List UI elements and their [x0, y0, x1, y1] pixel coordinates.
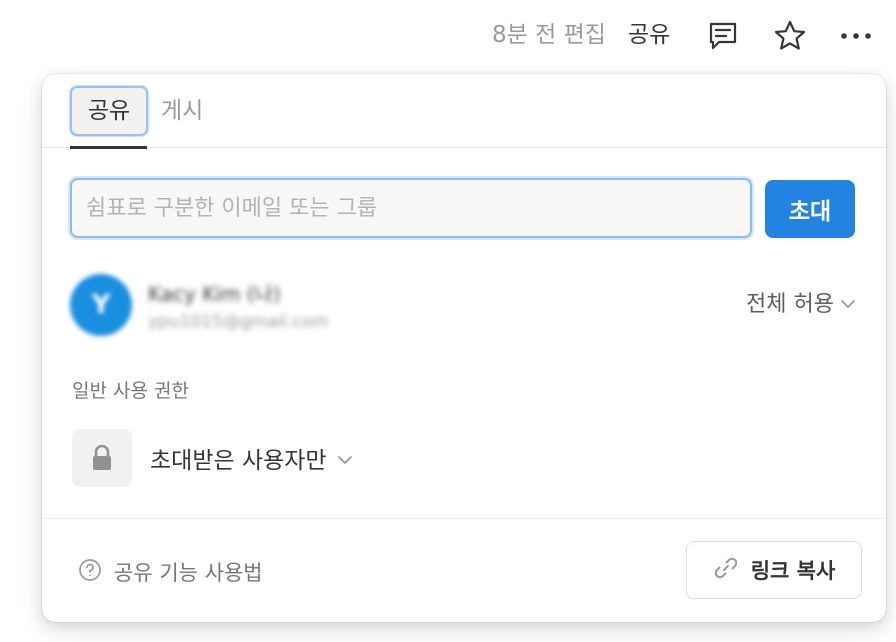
- last-edited-text: 8분 전 편집: [492, 22, 606, 48]
- copy-link-label: 링크 복사: [750, 559, 836, 583]
- share-help-link[interactable]: 공유 기능 사용법: [78, 557, 263, 587]
- member-access-dropdown[interactable]: 전체 허용: [746, 286, 856, 318]
- help-link-label: 공유 기능 사용법: [114, 561, 263, 585]
- general-access-value: 초대받은 사용자만: [150, 448, 327, 474]
- share-popover: 공유 게시 초대 Y Kacy Kim (나) ypu1015@gmail.co…: [42, 74, 886, 622]
- share-button[interactable]: 공유: [628, 20, 670, 50]
- page-topbar: 8분 전 편집 공유: [0, 0, 896, 72]
- general-access-row: 초대받은 사용자만: [72, 428, 353, 488]
- tab-publish[interactable]: 게시: [161, 86, 203, 136]
- member-name: Kacy Kim (나): [148, 282, 281, 306]
- member-access-label: 전체 허용: [746, 292, 834, 317]
- popover-footer: 공유 기능 사용법 링크 복사: [42, 518, 886, 622]
- avatar: Y: [70, 274, 132, 336]
- help-circle-icon: [78, 558, 102, 587]
- active-tab-indicator: [70, 146, 147, 149]
- comment-icon[interactable]: [705, 18, 741, 54]
- general-access-heading: 일반 사용 권한: [72, 380, 189, 402]
- member-email: ypu1015@gmail.com: [148, 312, 329, 332]
- copy-link-button[interactable]: 링크 복사: [686, 541, 862, 599]
- chevron-down-icon: [840, 290, 856, 315]
- more-icon[interactable]: [838, 18, 874, 54]
- invite-button[interactable]: 초대: [765, 180, 855, 238]
- tab-share[interactable]: 공유: [70, 86, 148, 136]
- chevron-down-icon: [337, 445, 353, 471]
- share-tabs: 공유 게시: [42, 74, 886, 149]
- lock-icon: [72, 429, 132, 487]
- invite-email-input[interactable]: [70, 178, 752, 238]
- link-icon: [713, 555, 739, 586]
- member-row: Y Kacy Kim (나) ypu1015@gmail.com 전체 허용: [70, 272, 856, 342]
- star-icon[interactable]: [772, 18, 808, 54]
- general-access-dropdown[interactable]: 초대받은 사용자만: [150, 441, 353, 475]
